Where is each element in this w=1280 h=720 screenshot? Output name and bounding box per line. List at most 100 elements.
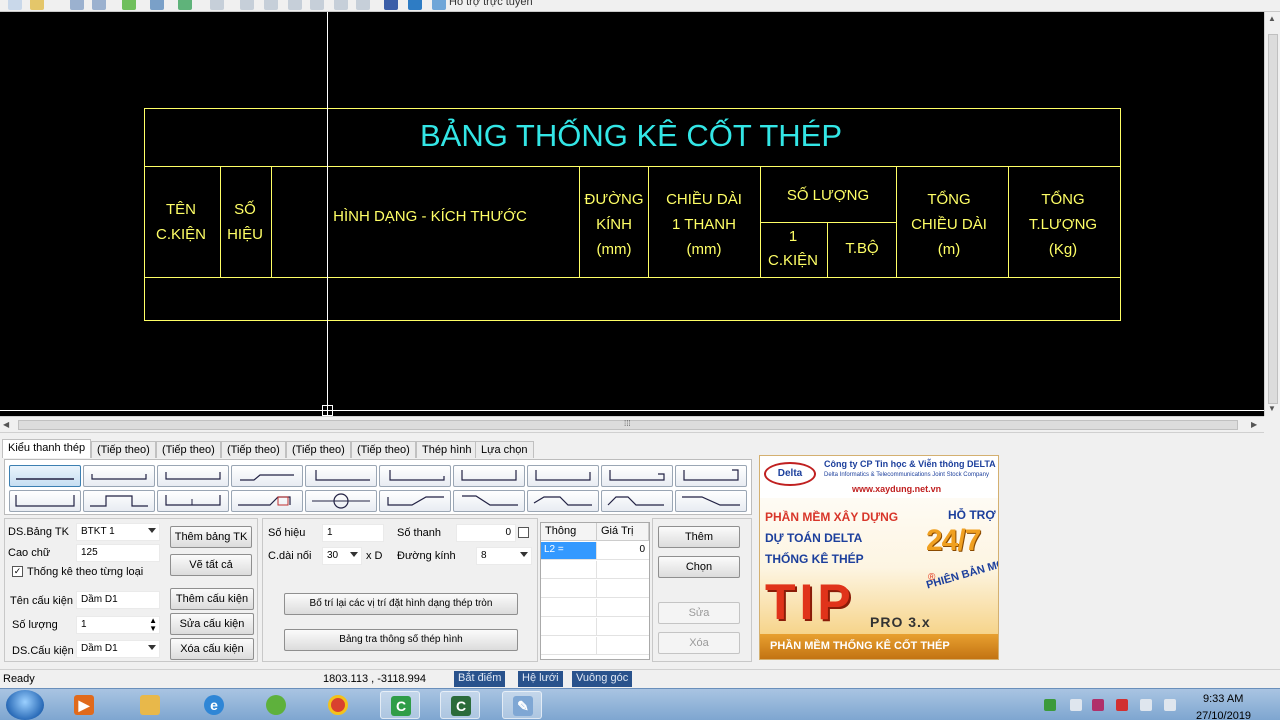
shape-bent-up-button[interactable] (379, 490, 451, 512)
tab-continued-1[interactable]: (Tiếp theo) (91, 441, 156, 458)
shape-spiral-button[interactable] (305, 490, 377, 512)
new-file-icon[interactable] (8, 0, 22, 10)
shape-u-hook-button[interactable] (601, 465, 673, 487)
network-icon[interactable] (1070, 699, 1082, 711)
grid-cell-name[interactable] (541, 561, 597, 578)
grid-cell-name[interactable] (541, 599, 597, 616)
tip-pro-banner[interactable]: Delta Công ty CP Tin học & Viễn thông DE… (759, 455, 999, 660)
refresh-icon[interactable] (122, 0, 136, 10)
drawing-canvas[interactable]: BẢNG THỐNG KÊ CỐT THÉP TÊN C.KIỆN SỐ HIỆ… (0, 12, 1264, 416)
component-name-input[interactable]: Dầm D1 (76, 591, 160, 609)
media-player-icon[interactable]: ▶ (64, 691, 104, 719)
delete-button[interactable]: Xóa (658, 632, 740, 654)
word-icon[interactable] (408, 0, 422, 10)
zoom-previous-icon[interactable] (334, 0, 348, 10)
shape-z-bar-button[interactable] (527, 465, 599, 487)
grid-cell-value[interactable] (597, 580, 649, 597)
zoom-window-icon[interactable] (288, 0, 302, 10)
shape-stirrup-button[interactable] (9, 490, 81, 512)
camtasia-icon[interactable]: C (380, 691, 420, 719)
tab-continued-3[interactable]: (Tiếp theo) (221, 441, 286, 458)
grid-cell-name[interactable] (541, 637, 597, 654)
tip-pro-icon[interactable]: C (440, 691, 480, 719)
add-button[interactable]: Thêm (658, 526, 740, 548)
horizontal-scrollbar[interactable]: ◀ ⁞⁞⁞ ▶ (0, 416, 1264, 433)
snap-toggle[interactable]: Bắt điểm (454, 671, 506, 687)
section-steel-table-button[interactable]: Bảng tra thông số thép hình (284, 629, 518, 651)
vertical-scrollbar[interactable]: ▲ ▼ (1264, 12, 1280, 416)
stepper-arrows-icon[interactable]: ▲ ▼ (149, 617, 157, 633)
tab-continued-5[interactable]: (Tiếp theo) (351, 441, 416, 458)
grid-cell-value[interactable] (597, 561, 649, 578)
chrome-icon[interactable] (318, 691, 358, 719)
zoom-icon[interactable] (210, 0, 224, 10)
support-icon[interactable] (432, 0, 446, 10)
add-component-button[interactable]: Thêm cấu kiện (170, 588, 254, 610)
company-website[interactable]: www.xaydung.net.vn (852, 484, 941, 494)
parameter-grid[interactable]: Thông Giá Trị L2 = 0 (540, 522, 650, 660)
bar-count-checkbox[interactable] (518, 527, 529, 538)
shape-crank-button[interactable] (231, 490, 303, 512)
grid-cell-name[interactable]: L2 = (541, 542, 597, 559)
start-button-icon[interactable] (6, 690, 44, 720)
scroll-left-icon[interactable]: ◀ (3, 420, 9, 429)
pen-tool-icon[interactable]: ✎ (502, 691, 542, 719)
rearrange-round-bars-button[interactable]: Bố trí lại các vị trí đặt hình dạng thép… (284, 593, 518, 615)
shape-u-left-button[interactable] (379, 465, 451, 487)
zoom-out-icon[interactable] (264, 0, 278, 10)
edit-component-button[interactable]: Sửa cấu kiện (170, 613, 254, 635)
select-button[interactable]: Chọn (658, 556, 740, 578)
table-row[interactable] (541, 637, 649, 655)
volume-icon[interactable] (1164, 699, 1176, 711)
by-type-checkbox[interactable]: ✓ (12, 566, 23, 577)
shape-l-bar-button[interactable] (305, 465, 377, 487)
grid-cell-value[interactable]: 0 (597, 542, 649, 559)
scroll-right-icon[interactable]: ▶ (1251, 420, 1257, 429)
grid-cell-value[interactable] (597, 618, 649, 635)
green-app-icon[interactable] (256, 691, 296, 719)
grid-toggle[interactable]: Hệ lưới (518, 671, 563, 687)
security-icon[interactable] (1044, 699, 1056, 711)
table-row[interactable] (541, 580, 649, 598)
ortho-toggle[interactable]: Vuông góc (572, 671, 633, 687)
explorer-icon[interactable] (130, 691, 170, 719)
shape-u-bar-button[interactable] (453, 465, 525, 487)
shape-straight-button[interactable] (9, 465, 81, 487)
text-height-input[interactable]: 125 (76, 544, 160, 562)
mark-input[interactable]: 1 (322, 524, 384, 542)
tab-options[interactable]: Lựa chọn (475, 441, 534, 458)
ds-bang-tk-select[interactable]: BTKT 1 (76, 523, 160, 541)
shape-bent-down-button[interactable] (453, 490, 525, 512)
grid-cell-value[interactable] (597, 637, 649, 654)
table-row[interactable] (541, 618, 649, 636)
grid-cell-name[interactable] (541, 618, 597, 635)
edit-button[interactable]: Sửa (658, 602, 740, 624)
shape-bent-hook-double-button[interactable] (601, 490, 673, 512)
v-icon[interactable] (1092, 699, 1104, 711)
bar-count-input[interactable]: 0 (456, 524, 516, 542)
table-row[interactable]: L2 = 0 (541, 542, 649, 560)
zoom-extents-icon[interactable] (310, 0, 324, 10)
shape-hooked-ends-button[interactable] (157, 465, 229, 487)
tab-section-steel[interactable]: Thép hình (416, 441, 478, 458)
clock-time[interactable]: 9:33 AM (1203, 693, 1243, 705)
draw-all-button[interactable]: Vẽ tất cả (170, 554, 252, 576)
grid-cell-name[interactable] (541, 580, 597, 597)
component-list-select[interactable]: Dầm D1 (76, 640, 160, 658)
table-row[interactable] (541, 599, 649, 617)
tab-bar-type[interactable]: Kiểu thanh thép (2, 439, 92, 458)
shape-u-double-button[interactable] (157, 490, 229, 512)
delete-component-button[interactable]: Xóa cấu kiện (170, 638, 254, 660)
component-quantity-stepper[interactable]: 1 ▲ ▼ (76, 616, 160, 634)
shape-step-button[interactable] (83, 490, 155, 512)
zoom-in-icon[interactable] (240, 0, 254, 10)
online-support-link[interactable]: Hỗ trợ trực tuyến (449, 0, 533, 8)
scroll-up-icon[interactable]: ▲ (1268, 14, 1276, 23)
tab-continued-4[interactable]: (Tiếp theo) (286, 441, 351, 458)
lap-length-select[interactable]: 30 (322, 547, 362, 565)
shape-inclined-button[interactable] (675, 490, 747, 512)
shape-hooked-both-button[interactable] (83, 465, 155, 487)
diameter-select[interactable]: 8 (476, 547, 532, 565)
print-icon[interactable] (150, 0, 164, 10)
tab-continued-2[interactable]: (Tiếp theo) (156, 441, 221, 458)
